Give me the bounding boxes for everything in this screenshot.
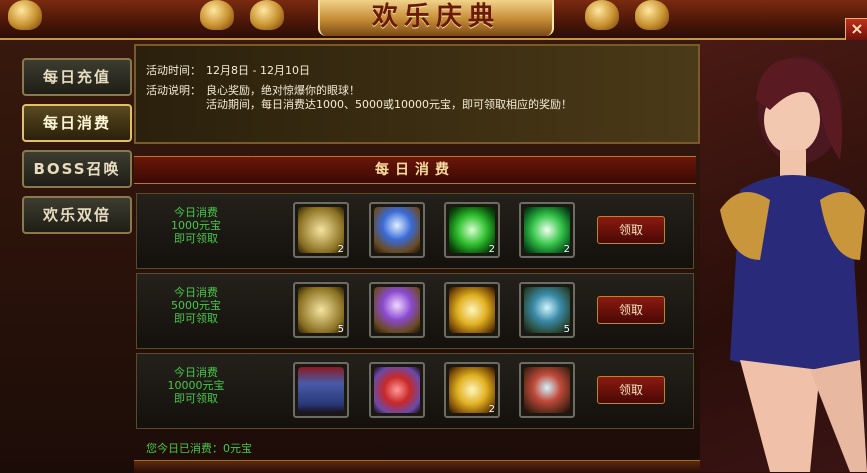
jeweled-crown-icon [524, 367, 570, 413]
reward-slot[interactable] [444, 282, 500, 338]
section-title: 每日消费 [134, 156, 696, 184]
claim-button[interactable]: 领取 [597, 296, 665, 324]
reward-row: 今日消费 1000元宝 即可领取 2 2 2 领取 [136, 193, 694, 269]
claim-button[interactable]: 领取 [597, 216, 665, 244]
tier-line: 即可领取 [174, 312, 218, 325]
gift-box-icon [374, 367, 420, 413]
treasure-bag-icon [8, 0, 42, 30]
item-count: 5 [337, 324, 344, 335]
today-spent-text: 您今日已消费：0元宝 [146, 442, 252, 455]
reward-row: 今日消费 5000元宝 即可领取 5 5 领取 [136, 273, 694, 349]
treasure-bag-icon [635, 0, 669, 30]
claim-button[interactable]: 领取 [597, 376, 665, 404]
title-bar: 欢乐庆典 [0, 0, 867, 40]
reward-slot[interactable]: 2 [519, 202, 575, 258]
tab-daily-recharge[interactable]: 每日充值 [22, 58, 132, 96]
reward-slot[interactable] [369, 202, 425, 258]
reward-slot[interactable] [519, 362, 575, 418]
tier-line: 今日消费 [174, 286, 218, 299]
event-info-panel: 活动时间： 12月8日 - 12月10日 活动说明： 良心奖励，绝对惊爆你的眼球… [134, 44, 700, 144]
tier-condition: 今日消费 5000元宝 即可领取 [137, 286, 255, 325]
item-count: 2 [563, 244, 570, 255]
purple-chest-icon [374, 287, 420, 333]
item-count: 2 [488, 404, 495, 415]
reward-slot[interactable]: 2 [444, 202, 500, 258]
tier-amount: 1000元宝 [171, 219, 221, 232]
time-label: 活动时间： [146, 64, 201, 77]
reward-slot[interactable]: 5 [519, 282, 575, 338]
treasure-bag-icon [585, 0, 619, 30]
tab-happy-double[interactable]: 欢乐双倍 [22, 196, 132, 234]
magic-chest-icon [374, 207, 420, 253]
description-line-2: 活动期间，每日消费达1000、5000或10000元宝，即可领取相应的奖励！ [206, 98, 572, 111]
tier-condition: 今日消费 1000元宝 即可领取 [137, 206, 255, 245]
reward-row: 今日消费 10000元宝 即可领取 2 领取 [136, 353, 694, 429]
reward-slot[interactable]: 2 [293, 202, 349, 258]
mystic-robe-icon [298, 367, 344, 413]
close-button[interactable]: × [845, 18, 867, 42]
tier-amount: 5000元宝 [171, 299, 221, 312]
reward-slot[interactable] [369, 282, 425, 338]
reward-slot[interactable]: 2 [444, 362, 500, 418]
gold-orb-icon [449, 287, 495, 333]
description-label: 活动说明： [146, 84, 201, 97]
item-count: 5 [563, 324, 570, 335]
reward-slot[interactable]: 5 [293, 282, 349, 338]
item-count: 2 [337, 244, 344, 255]
time-value: 12月8日 - 12月10日 [206, 64, 310, 77]
treasure-bag-icon [250, 0, 284, 30]
item-count: 2 [488, 244, 495, 255]
tier-line: 即可领取 [174, 392, 218, 405]
tier-line: 今日消费 [174, 206, 218, 219]
reward-slot[interactable] [369, 362, 425, 418]
tab-boss-summon[interactable]: BOSS召唤 [22, 150, 132, 188]
character-illustration [720, 56, 867, 472]
window-title: 欢乐庆典 [318, 0, 554, 36]
tier-condition: 今日消费 10000元宝 即可领取 [137, 366, 255, 405]
treasure-bag-icon [200, 0, 234, 30]
reward-slot[interactable] [293, 362, 349, 418]
tab-daily-consumption[interactable]: 每日消费 [22, 104, 132, 142]
tier-line: 即可领取 [174, 232, 218, 245]
tier-amount: 10000元宝 [167, 379, 225, 392]
tier-line: 今日消费 [174, 366, 218, 379]
character-portrait [700, 40, 867, 472]
